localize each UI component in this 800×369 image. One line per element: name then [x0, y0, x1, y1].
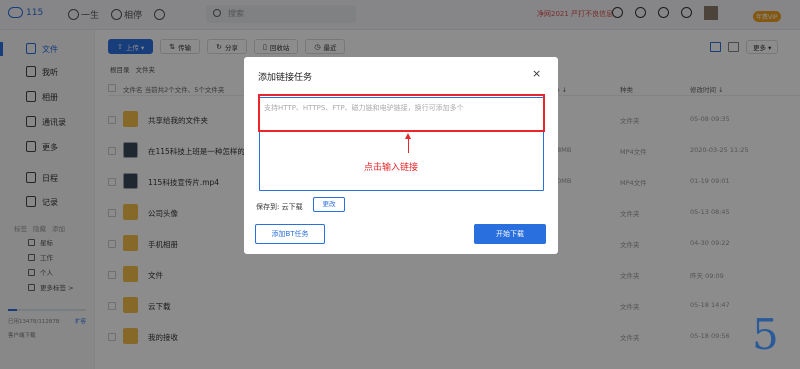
change-location-button[interactable]: 更改 [313, 197, 345, 212]
annotation-highlight-box [258, 94, 545, 132]
add-link-dialog: 添加链接任务 × 支持HTTP、HTTPS、FTP、磁力链和电驴链接，换行可添加… [244, 57, 558, 254]
close-icon[interactable]: × [532, 67, 541, 80]
dialog-title: 添加链接任务 [258, 73, 313, 83]
start-download-button[interactable]: 开始下载 [474, 224, 546, 244]
step-number: 5 [752, 310, 779, 359]
annotation-hint: 点击输入链接 [364, 163, 419, 173]
save-location: 保存到: 云下载 [256, 203, 303, 211]
add-bt-task-button[interactable]: 添加BT任务 [255, 224, 325, 244]
annotation-arrow-line [408, 137, 409, 153]
